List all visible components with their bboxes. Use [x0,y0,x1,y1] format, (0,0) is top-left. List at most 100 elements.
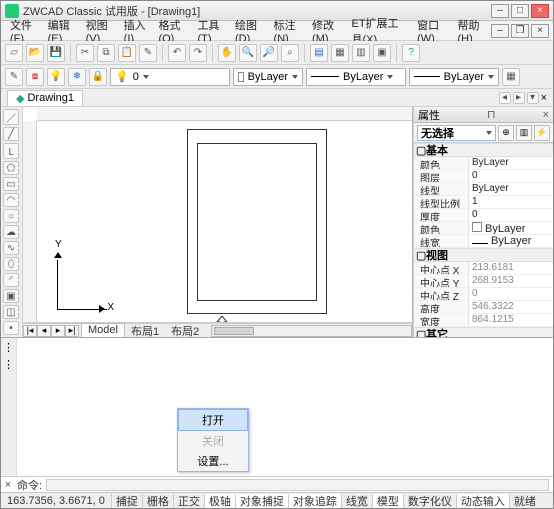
ellipse-icon[interactable]: ⬯ [3,257,19,271]
matchprop-icon[interactable]: ✎ [139,44,157,62]
tab-close-icon[interactable]: × [541,92,547,104]
ctx-open[interactable]: 打开 [178,409,248,431]
sheet-prev-icon[interactable]: ◂ [37,325,51,337]
cmd-handle-icon[interactable]: ⋮ [3,358,14,371]
undo-icon[interactable]: ↶ [168,44,186,62]
pan-icon[interactable]: ✋ [218,44,236,62]
circle-icon[interactable]: ○ [3,209,19,223]
paper-area[interactable]: Y X [37,121,412,322]
doc-tab-drawing1[interactable]: ◆ Drawing1 [7,90,83,106]
status-ortho[interactable]: 正交 [173,494,204,508]
props-icon[interactable]: ▤ [310,44,328,62]
zoomprev-icon[interactable]: ⌕ [281,44,299,62]
dcenter-icon[interactable]: ▦ [331,44,349,62]
prop-row-centery[interactable]: 中心点 Y268.9153 [414,275,553,288]
status-snap[interactable]: 捕捉 [111,494,142,508]
lock-icon[interactable]: 🔒 [89,68,107,86]
collapse-icon[interactable]: ▢ [416,144,426,157]
status-coordinates[interactable]: 163.7356, 3.6671, 0 [1,495,111,507]
status-model[interactable]: 模型 [372,494,403,508]
spline-icon[interactable]: ∿ [3,241,19,255]
prop-row-pcolor[interactable]: 颜色ByLayer [414,222,553,235]
status-digitizer[interactable]: 数字化仪 [403,494,456,508]
save-icon[interactable]: 💾 [47,44,65,62]
panel-close-icon[interactable]: × [543,109,549,121]
maximize-button[interactable]: □ [511,4,529,18]
revcloud-icon[interactable]: ☁ [3,225,19,239]
layer-dropdown[interactable]: 💡0 [110,68,230,86]
collapse-icon[interactable]: ▢ [416,328,426,338]
line-icon[interactable]: ／ [3,109,19,125]
status-otrack[interactable]: 对象追踪 [288,494,341,508]
zoomwin-icon[interactable]: 🔎 [260,44,278,62]
xline-icon[interactable]: ╱ [3,127,19,141]
quickselect-icon[interactable]: ⚡ [534,125,550,141]
copy-icon[interactable]: ⧉ [97,44,115,62]
doc-restore-button[interactable]: ❐ [511,24,529,38]
freeze-icon[interactable]: ❄ [68,68,86,86]
ellipsearc-icon[interactable]: ◜ [3,273,19,287]
selectobjects-icon[interactable]: ▥ [516,125,532,141]
color-dropdown[interactable]: ByLayer [233,68,303,86]
close-button[interactable]: × [531,4,549,18]
tab-menu-icon[interactable]: ▾ [527,92,539,104]
block-icon[interactable]: ◫ [3,305,19,319]
status-polar[interactable]: 极轴 [204,494,235,508]
toggle-pickadd-icon[interactable]: ⊕ [498,125,514,141]
arc-icon[interactable]: ◠ [3,193,19,207]
tab-nav-right-icon[interactable]: ▸ [513,92,525,104]
insert-icon[interactable]: ▣ [3,289,19,303]
cut-icon[interactable]: ✂ [76,44,94,62]
polygon-icon[interactable]: ⬠ [3,161,19,175]
prop-row-ltscale[interactable]: 线型比例1 [414,196,553,209]
redo-icon[interactable]: ↷ [189,44,207,62]
command-scrollbar[interactable] [46,479,549,491]
sheet-next-icon[interactable]: ▸ [51,325,65,337]
open-icon[interactable]: 📂 [26,44,44,62]
polyline-icon[interactable]: Ⳑ [3,143,19,159]
point-icon[interactable]: • [3,321,19,335]
properties-header[interactable]: 属性 ⊓ × [414,107,553,123]
status-grid[interactable]: 栅格 [142,494,173,508]
layerprop-icon[interactable]: ✎ [5,68,23,86]
pin-icon[interactable]: ⊓ [487,108,496,121]
status-lwt[interactable]: 线宽 [341,494,372,508]
lineweight-dropdown[interactable]: ByLayer [409,68,499,86]
model-canvas[interactable]: Y X [23,107,412,323]
cmd-close-icon[interactable]: × [1,479,15,491]
palette-icon[interactable]: ▥ [352,44,370,62]
cmd-handle-icon[interactable]: ⋮ [3,341,14,354]
doc-minimize-button[interactable]: ‒ [491,24,509,38]
tab-nav-left-icon[interactable]: ◂ [499,92,511,104]
prop-row-centerx[interactable]: 中心点 X213.6181 [414,262,553,275]
command-history[interactable]: 打开 关闭 设置... [17,338,553,476]
collapse-icon[interactable]: ▢ [416,249,426,262]
status-osnap[interactable]: 对象捕捉 [235,494,288,508]
prop-row-height[interactable]: 高度546.3322 [414,301,553,314]
selection-dropdown[interactable]: 无选择 [417,125,496,141]
zoom-icon[interactable]: 🔍 [239,44,257,62]
linetype-dropdown[interactable]: ByLayer [306,68,406,86]
prop-row-centerz[interactable]: 中心点 Z0 [414,288,553,301]
command-line[interactable]: × 命令: [1,476,553,492]
calc-icon[interactable]: ▣ [373,44,391,62]
new-icon[interactable]: ▱ [5,44,23,62]
sheet-last-icon[interactable]: ▸| [65,325,79,337]
help-icon[interactable]: ? [402,44,420,62]
status-dyn[interactable]: 动态输入 [456,494,509,508]
ctx-settings[interactable]: 设置... [178,451,248,471]
horizontal-scrollbar[interactable] [211,325,412,337]
layerstate-icon[interactable]: ⧇ [26,68,44,86]
sheet-first-icon[interactable]: |◂ [23,325,37,337]
bulb-icon[interactable]: 💡 [47,68,65,86]
paste-icon[interactable]: 📋 [118,44,136,62]
prop-row-color[interactable]: 颜色ByLayer [414,157,553,170]
minimize-button[interactable]: ‒ [491,4,509,18]
prop-row-thickness[interactable]: 厚度0 [414,209,553,222]
scrollbar-thumb[interactable] [214,327,254,335]
plotstyle-icon[interactable]: ▦ [502,68,520,86]
prop-row-linetype[interactable]: 线型ByLayer [414,183,553,196]
doc-close-button[interactable]: × [531,24,549,38]
prop-row-layer[interactable]: 图层0 [414,170,553,183]
rectangle-icon[interactable]: ▭ [3,177,19,191]
